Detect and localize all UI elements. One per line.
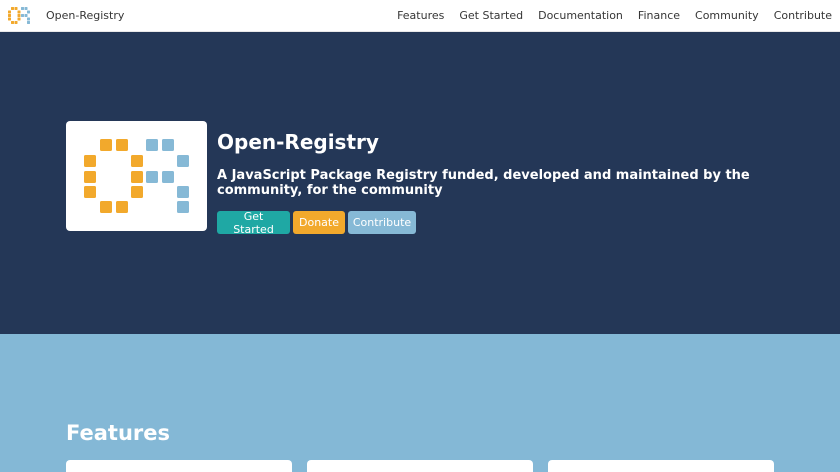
hero-buttons: Get Started Donate Contribute [217,210,416,236]
brand[interactable]: Open-Registry [8,7,124,24]
features-section: Features [0,334,840,472]
hero-title: Open-Registry [217,130,379,154]
open-registry-large-logo-icon [84,139,189,213]
nav-link-get-started[interactable]: Get Started [452,0,531,32]
nav-link-contribute[interactable]: Contribute [766,0,840,32]
hero-section: Open-Registry A JavaScript Package Regis… [0,32,840,334]
contribute-button[interactable]: Contribute [348,211,416,234]
hero-subtitle: A JavaScript Package Registry funded, de… [217,168,750,198]
hero-logo-card [66,121,207,231]
nav-link-community[interactable]: Community [688,0,767,32]
brand-name-link[interactable]: Open-Registry [46,9,124,22]
get-started-button[interactable]: Get Started [217,210,290,236]
nav-links: Features Get Started Documentation Finan… [390,0,840,31]
open-registry-logo-icon[interactable] [8,7,30,24]
feature-card [548,460,774,472]
nav-link-documentation[interactable]: Documentation [531,0,631,32]
feature-card [307,460,533,472]
donate-button[interactable]: Donate [293,211,345,234]
feature-card [66,460,292,472]
features-title: Features [66,421,170,445]
nav-link-finance[interactable]: Finance [630,0,687,32]
top-navbar: Open-Registry Features Get Started Docum… [0,0,840,32]
nav-link-features[interactable]: Features [390,0,452,32]
